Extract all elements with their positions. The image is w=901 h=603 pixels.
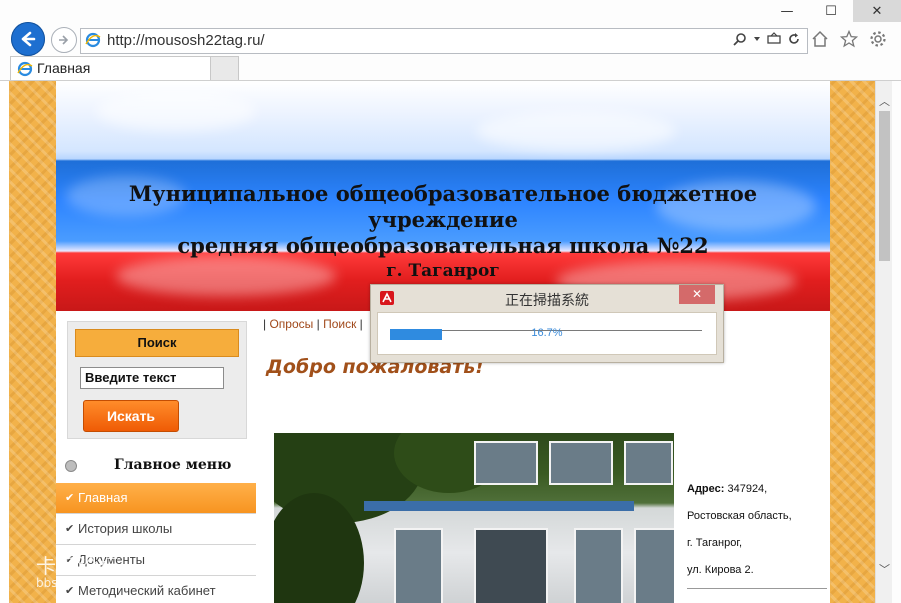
compatibility-icon[interactable] [767, 32, 781, 46]
photo-window [549, 441, 613, 485]
divider [687, 588, 827, 589]
link-search[interactable]: Поиск [323, 317, 356, 331]
school-name-line2: средняя общеобразовательная школа №22 [177, 233, 709, 258]
search-button[interactable]: Искать [83, 400, 179, 432]
photo-door [574, 528, 623, 603]
menu-bullet-icon [65, 460, 77, 472]
dropdown-icon[interactable] [753, 35, 761, 43]
photo-window [624, 441, 673, 485]
address-tools [733, 32, 801, 46]
top-links: | Опросы | Поиск | [263, 317, 363, 331]
address-street: ул. Кирова 2. [687, 564, 754, 576]
watermark-url: bbs.kafan.cn [36, 576, 113, 590]
search-input[interactable]: Введите текст [80, 367, 224, 389]
address-region: Ростовская область, [687, 510, 792, 522]
address-label: Адрес: [687, 483, 725, 495]
address-city: г. Таганрог, [687, 537, 743, 549]
menu-item-label: История школы [78, 521, 173, 536]
photo-window [474, 441, 538, 485]
minimize-button[interactable]: — [765, 0, 809, 22]
menu-item-home[interactable]: ✔ Главная [56, 483, 256, 514]
favorites-star-icon[interactable] [840, 30, 858, 48]
new-tab-button[interactable] [210, 56, 239, 80]
search-panel-title: Поиск [75, 329, 239, 357]
window-controls: — ☐ ✕ [765, 0, 901, 22]
photo-door [394, 528, 443, 603]
menu-item-label: Главная [78, 490, 128, 505]
scroll-up-icon[interactable]: ︿ [879, 93, 890, 109]
scan-dialog-close-button[interactable]: ✕ [679, 285, 715, 304]
browser-right-icons [811, 30, 887, 48]
scrollbar-thumb[interactable] [879, 111, 890, 261]
search-icon[interactable] [733, 32, 747, 46]
scan-dialog: 正在掃描系統 ✕ 16.7% [370, 284, 724, 363]
photo-window [634, 528, 674, 603]
maximize-button[interactable]: ☐ [809, 0, 853, 22]
check-icon: ✔ [65, 492, 75, 504]
back-button[interactable] [11, 22, 45, 56]
refresh-icon[interactable] [787, 32, 801, 46]
main-menu-header: Главное меню [56, 449, 256, 481]
site-banner: Муниципальное общеобразовательное бюджет… [56, 81, 830, 311]
banner-cloud [96, 91, 256, 131]
city-name: г. Таганрог [386, 261, 500, 281]
scroll-down-icon[interactable]: ﹀ [879, 561, 890, 577]
watermark-text: 卡饭论坛 [36, 554, 120, 578]
photo-roof [364, 501, 634, 511]
browser-chrome: — ☐ ✕ http://mousosh22tag.ru/ Главная [0, 0, 901, 81]
school-name: Муниципальное общеобразовательное бюджет… [56, 181, 830, 259]
window-edge [892, 81, 901, 603]
browser-tab-active[interactable]: Главная × [10, 56, 238, 80]
school-name-line1: Муниципальное общеобразовательное бюджет… [128, 181, 758, 232]
forward-button[interactable] [51, 27, 77, 53]
home-icon[interactable] [811, 30, 829, 48]
tab-title: Главная [37, 60, 91, 76]
address-bar[interactable]: http://mousosh22tag.ru/ [80, 28, 808, 54]
link-polls[interactable]: Опросы [269, 317, 313, 331]
scan-dialog-title: 正在掃描系統 [505, 293, 589, 309]
ie-tab-icon [17, 61, 33, 82]
school-address: Адрес: 347924, Ростовская область, г. Та… [687, 476, 792, 584]
back-arrow-icon [21, 31, 36, 47]
scan-dialog-body: 16.7% [377, 312, 717, 355]
banner-cloud [476, 111, 676, 151]
check-icon: ✔ [65, 523, 75, 535]
forward-arrow-icon [59, 35, 69, 45]
photo-door [474, 528, 548, 603]
progress-percent: 16.7% [531, 327, 563, 339]
url-text[interactable]: http://mousosh22tag.ru/ [107, 32, 265, 49]
close-window-button[interactable]: ✕ [853, 0, 901, 22]
vertical-scrollbar[interactable]: ︿ ﹀ [875, 81, 893, 603]
address-postcode: 347924, [727, 483, 768, 495]
search-panel: Поиск Введите текст Искать [67, 321, 247, 439]
menu-item-history[interactable]: ✔ История школы [56, 514, 256, 545]
main-menu-title: Главное меню [114, 457, 232, 473]
ie-page-icon [85, 32, 101, 53]
gear-icon[interactable] [869, 30, 887, 48]
school-photo [274, 433, 674, 603]
